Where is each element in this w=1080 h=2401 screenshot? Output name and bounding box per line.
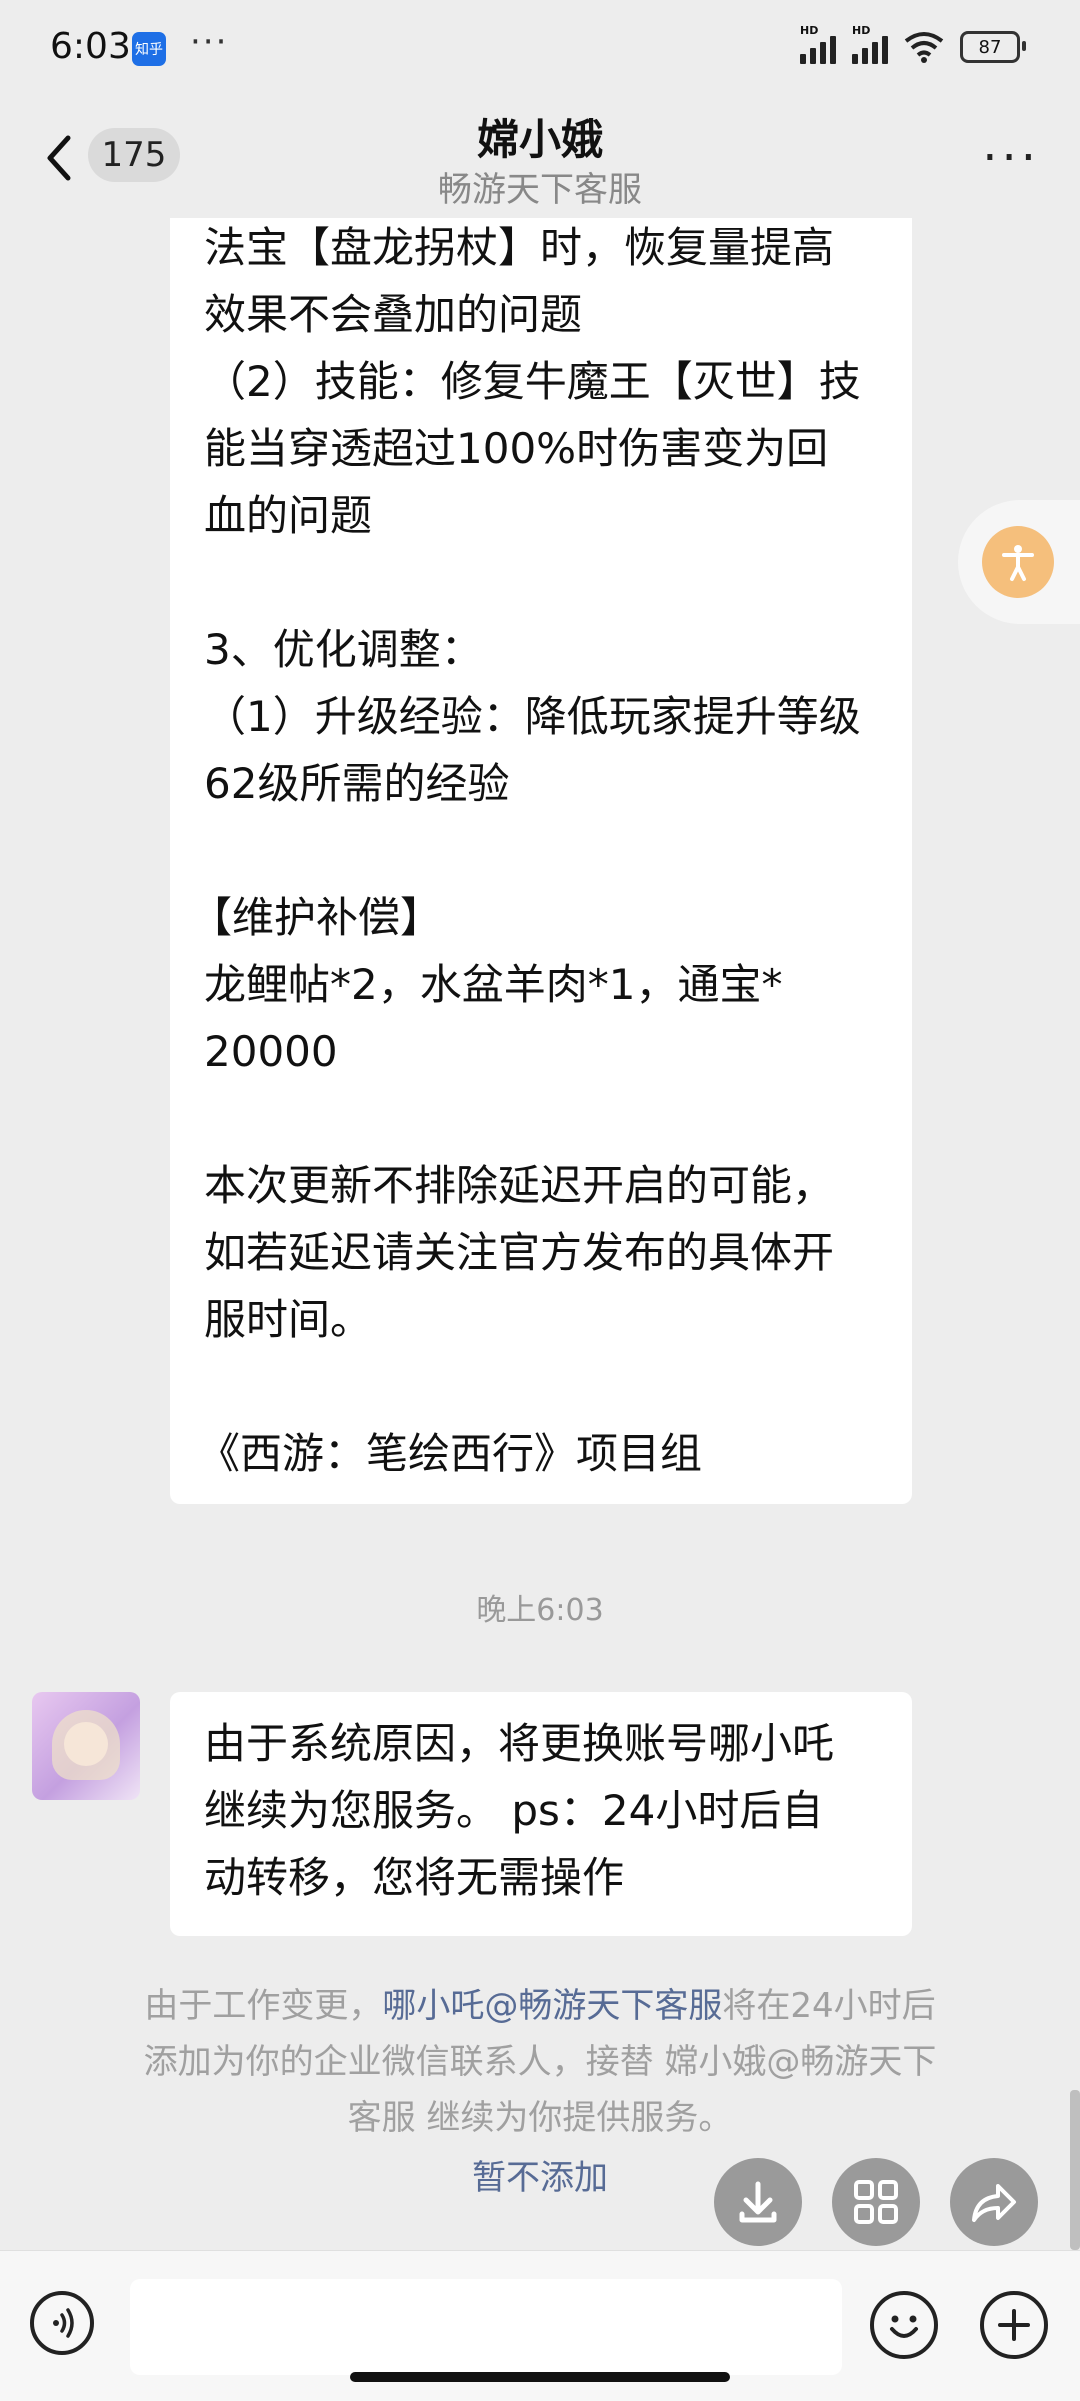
message-line: 服时间。 <box>204 1295 373 1344</box>
status-more-notifications: ··· <box>190 22 229 62</box>
scrollbar[interactable] <box>1070 2090 1080 2250</box>
more-options-button[interactable]: ··· <box>982 130 1040 186</box>
accessibility-button[interactable] <box>958 500 1080 624</box>
notice-text: 由于工作变更， <box>144 1986 383 2026</box>
message-line: （1）升级经验：降低玩家提升等级 <box>204 692 861 741</box>
home-indicator[interactable] <box>350 2372 730 2382</box>
status-bar: 6:03 知乎 ··· HD HD 87 <box>0 0 1080 100</box>
message-timestamp: 晚上6:03 <box>476 1593 604 1628</box>
chevron-left-icon[interactable] <box>40 128 80 188</box>
message-line: 本次更新不排除延迟开启的可能， <box>204 1161 835 1210</box>
sender-avatar[interactable] <box>32 1692 140 1800</box>
message-line: 继续为您服务。 ps：24小时后自 <box>204 1786 824 1835</box>
message-input[interactable] <box>130 2279 842 2375</box>
unread-count-badge[interactable]: 175 <box>88 128 180 182</box>
message-line: 20000 <box>204 1027 338 1076</box>
message-line: 由于系统原因，将更换账号哪小吒 <box>204 1719 835 1768</box>
notice-text: 将在24小时后 <box>722 1986 936 2026</box>
zhihu-notification-icon: 知乎 <box>132 32 166 66</box>
share-button[interactable] <box>950 2158 1038 2246</box>
message-line: 龙鲤帖*2，水盆羊肉*1，通宝* <box>204 960 783 1009</box>
share-icon <box>972 2184 1016 2222</box>
message-line: 3、优化调整： <box>204 625 483 674</box>
grid-button[interactable] <box>832 2158 920 2246</box>
grid-icon <box>854 2180 898 2224</box>
message-line: 法宝【盘龙拐杖】时，恢复量提高 <box>204 223 835 272</box>
plus-icon[interactable] <box>980 2291 1048 2359</box>
download-button[interactable] <box>714 2158 802 2246</box>
message-line: 《西游：笔绘西行》项目组 <box>198 1429 703 1478</box>
signal-icon-1: HD <box>800 24 836 64</box>
notice-text: 添加为你的企业微信联系人，接替 嫦小娥@畅游天下 <box>143 2042 937 2082</box>
message-line: 效果不会叠加的问题 <box>204 290 583 339</box>
battery-icon: 87 <box>960 31 1026 63</box>
message-line: 血的问题 <box>204 491 373 540</box>
status-right-icons: HD HD 87 <box>800 24 1026 64</box>
emoji-icon[interactable] <box>870 2291 938 2359</box>
wifi-icon <box>904 32 944 63</box>
voice-icon[interactable] <box>30 2291 94 2355</box>
message-line: 如若延迟请关注官方发布的具体开 <box>204 1228 835 1277</box>
signal-icon-2: HD <box>852 24 888 64</box>
notice-text: 客服 继续为你提供服务。 <box>347 2098 733 2138</box>
message-line: 能当穿透超过100%时伤害变为回 <box>204 424 829 473</box>
message-line: 【维护补偿】 <box>190 893 443 942</box>
message-line: 62级所需的经验 <box>204 759 510 808</box>
message-bubble-account-change[interactable]: 由于系统原因，将更换账号哪小吒 继续为您服务。 ps：24小时后自 动转移，您将… <box>170 1692 912 1936</box>
message-bubble-announcement[interactable]: 法宝【盘龙拐杖】时，恢复量提高 效果不会叠加的问题 （2）技能：修复牛魔王【灭世… <box>170 218 912 1504</box>
contact-link[interactable]: 哪小吒@畅游天下客服 <box>382 1986 722 2026</box>
chat-header: 嫦小娥 畅游天下客服 175 ··· <box>0 100 1080 220</box>
accessibility-icon <box>982 526 1054 598</box>
message-line: 动转移，您将无需操作 <box>204 1853 625 1902</box>
message-line: （2）技能：修复牛魔王【灭世】技 <box>204 357 861 406</box>
status-time: 6:03 <box>50 26 131 67</box>
system-notice: 由于工作变更，哪小吒@畅游天下客服将在24小时后 添加为你的企业微信联系人，接替… <box>0 1978 1080 2146</box>
download-icon <box>739 2181 777 2223</box>
